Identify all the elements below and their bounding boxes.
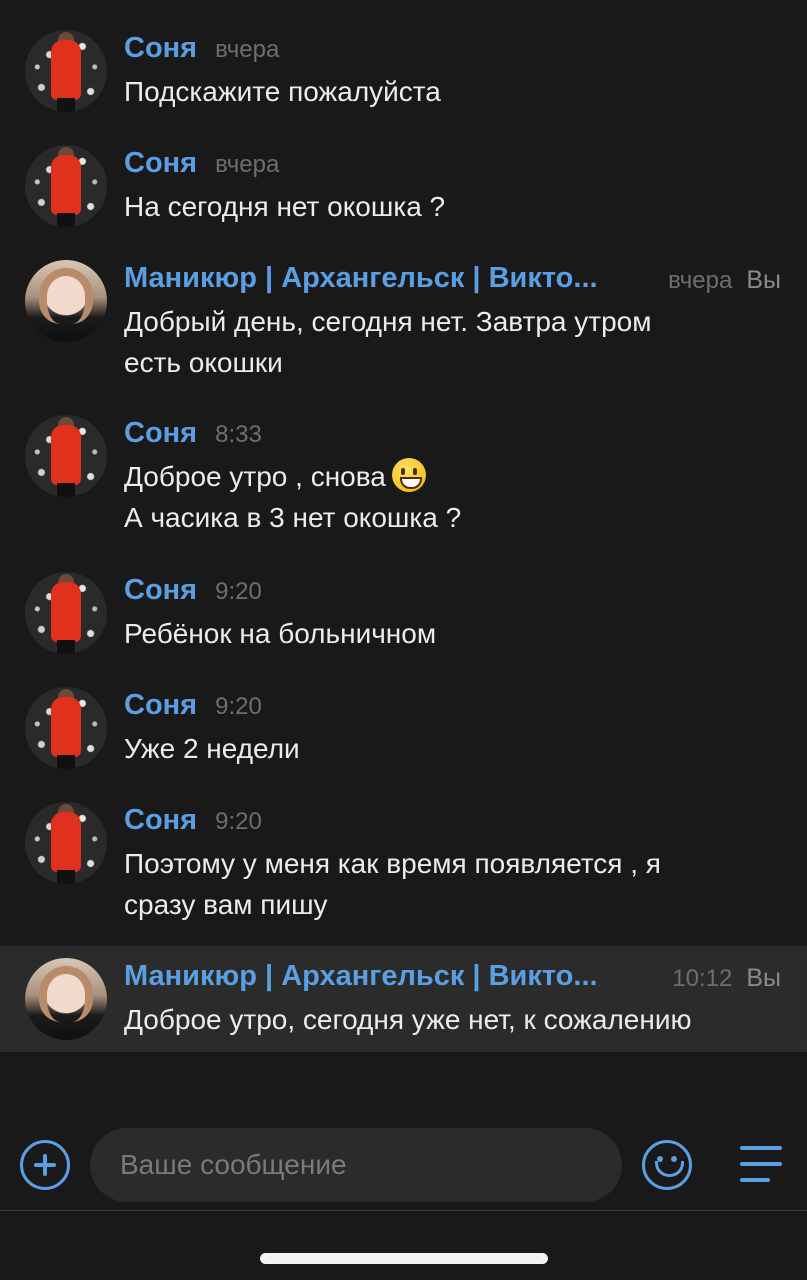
- message-author[interactable]: Соня: [124, 32, 197, 65]
- message-time: 9:20: [215, 808, 262, 835]
- message-time: 8:33: [215, 421, 262, 448]
- avatar[interactable]: [25, 802, 107, 884]
- message-time: 9:20: [215, 693, 262, 720]
- message-time: 9:20: [215, 578, 262, 605]
- home-indicator[interactable]: [260, 1253, 548, 1264]
- grinning-face-emoji-icon: [391, 458, 426, 492]
- message-time: вчера: [215, 151, 280, 178]
- message-item[interactable]: Соня 9:20 Уже 2 недели: [0, 677, 807, 787]
- message-item[interactable]: Соня 9:20 Поэтому у меня как время появл…: [0, 792, 807, 932]
- message-text: Добрый день, сегодня нет. Завтра утром е…: [124, 306, 652, 378]
- message-time: 10:12: [672, 965, 733, 992]
- avatar[interactable]: [25, 145, 107, 227]
- own-message-label: Вы: [746, 964, 781, 992]
- message-time: вчера: [668, 267, 733, 294]
- message-text: Ребёнок на больничном: [124, 618, 437, 649]
- message-author[interactable]: Маникюр | Архангельск | Викто...: [124, 960, 598, 993]
- message-item[interactable]: Соня 8:33 Доброе утро , снова А часика в…: [0, 405, 807, 545]
- message-item[interactable]: Маникюр | Архангельск | Викто... вчера В…: [0, 250, 807, 390]
- message-author[interactable]: Соня: [124, 804, 197, 837]
- message-text: Уже 2 недели: [124, 733, 300, 764]
- avatar[interactable]: [25, 260, 107, 342]
- message-text: На сегодня нет окошка ?: [124, 191, 446, 222]
- message-item-selected[interactable]: Маникюр | Архангельск | Викто... 10:12 В…: [0, 946, 807, 1052]
- plus-icon[interactable]: [20, 1140, 70, 1190]
- message-item[interactable]: Соня вчера На сегодня нет окошка ?: [0, 135, 807, 245]
- message-author[interactable]: Соня: [124, 689, 197, 722]
- message-input[interactable]: [90, 1128, 622, 1202]
- divider: [0, 1210, 807, 1211]
- chat-screen: Соня вчера Подскажите пожалуйста Соня вч…: [0, 0, 807, 1280]
- message-input-box[interactable]: [90, 1128, 622, 1202]
- menu-icon[interactable]: [740, 1146, 782, 1186]
- avatar[interactable]: [25, 30, 107, 112]
- message-composer: [0, 1120, 807, 1210]
- message-text: Доброе утро , снова А часика в 3 нет око…: [124, 456, 781, 538]
- message-author[interactable]: Маникюр | Архангельск | Викто...: [124, 262, 598, 295]
- message-author[interactable]: Соня: [124, 574, 197, 607]
- message-author[interactable]: Соня: [124, 147, 197, 180]
- avatar[interactable]: [25, 572, 107, 654]
- avatar[interactable]: [25, 958, 107, 1040]
- message-item[interactable]: Соня вчера Подскажите пожалуйста: [0, 20, 807, 130]
- message-item[interactable]: Соня 9:20 Ребёнок на больничном: [0, 562, 807, 672]
- message-text: Доброе утро, сегодня уже нет, к сожалени…: [124, 1004, 692, 1035]
- message-text: Подскажите пожалуйста: [124, 76, 441, 107]
- avatar[interactable]: [25, 687, 107, 769]
- message-text: Поэтому у меня как время появляется , я …: [124, 848, 661, 920]
- message-author[interactable]: Соня: [124, 417, 197, 450]
- message-time: вчера: [215, 36, 280, 63]
- own-message-label: Вы: [746, 266, 781, 294]
- emoji-smile-icon[interactable]: [642, 1140, 692, 1190]
- avatar[interactable]: [25, 415, 107, 497]
